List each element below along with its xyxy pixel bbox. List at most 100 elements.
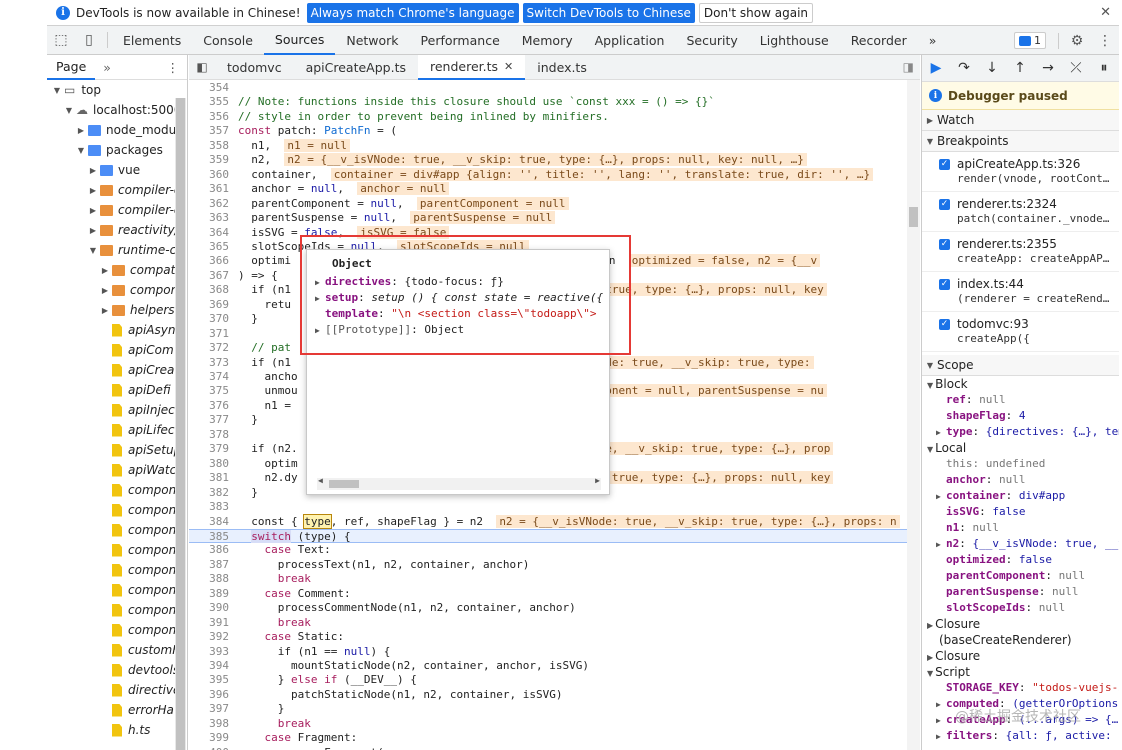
- line-number[interactable]: 373: [189, 356, 229, 370]
- line-number[interactable]: 372: [189, 341, 229, 355]
- popover-property[interactable]: ▶ directives: {todo-focus: ƒ}: [315, 274, 615, 290]
- tab-elements[interactable]: Elements: [112, 26, 192, 55]
- tree-item[interactable]: compon: [47, 480, 187, 500]
- deactivate-breakpoints-icon[interactable]: ⤫: [1062, 60, 1090, 76]
- tab-security[interactable]: Security: [675, 26, 748, 55]
- scope-variable[interactable]: isSVG: false: [922, 504, 1119, 520]
- editor-tab[interactable]: todomvc: [215, 55, 294, 80]
- tab-sources[interactable]: Sources: [263, 26, 336, 55]
- scope-variable[interactable]: ▶ filters: {all: ƒ, active:: [922, 728, 1119, 744]
- toggle-navigator-icon[interactable]: ◧: [189, 53, 215, 81]
- line-number[interactable]: 390: [189, 601, 229, 615]
- code-line[interactable]: 355 // Note: functions inside this closur…: [189, 95, 907, 109]
- tree-item[interactable]: apiInjec: [47, 400, 187, 420]
- line-number[interactable]: 363: [189, 211, 229, 225]
- navigator-more-tabs[interactable]: »: [103, 60, 111, 75]
- line-number[interactable]: 357: [189, 124, 229, 138]
- popover-scroll-thumb[interactable]: [329, 480, 359, 488]
- more-panels-button[interactable]: »: [918, 26, 948, 55]
- issues-badge[interactable]: 1: [1014, 32, 1046, 49]
- line-number[interactable]: 361: [189, 182, 229, 196]
- code-line[interactable]: 357 const patch: PatchFn = (: [189, 124, 907, 138]
- step-over-icon[interactable]: ↷: [950, 60, 978, 76]
- line-number[interactable]: 356: [189, 110, 229, 124]
- line-number[interactable]: 364: [189, 226, 229, 240]
- line-number[interactable]: 366: [189, 254, 229, 268]
- scope-group[interactable]: ▼ Script: [922, 664, 1119, 680]
- scope-variable[interactable]: ▶ type: {directives: {…}, tem: [922, 424, 1119, 440]
- line-number[interactable]: 394: [189, 659, 229, 673]
- object-preview-popover[interactable]: Object ◀ ▶ ▶ directives: {todo-focus: ƒ} ▶…: [306, 249, 610, 495]
- line-number[interactable]: 354: [189, 81, 229, 95]
- breakpoint-checkbox[interactable]: ✓: [939, 319, 950, 330]
- tree-item[interactable]: ▶ compiler-c: [47, 180, 187, 200]
- line-number[interactable]: 375: [189, 384, 229, 398]
- code-line[interactable]: 360 container, container = div#app {alig…: [189, 167, 907, 182]
- breakpoints-section-header[interactable]: ▼ Breakpoints: [922, 131, 1119, 152]
- scope-variable[interactable]: anchor: null: [922, 472, 1119, 488]
- scope-variable[interactable]: ▶ n2: {__v_isVNode: true, __v: [922, 536, 1119, 552]
- line-number[interactable]: 360: [189, 168, 229, 182]
- tree-item[interactable]: ▼ packages: [47, 140, 187, 160]
- code-line[interactable]: 391 break: [189, 616, 907, 630]
- scope-group[interactable]: ▶ Closure: [922, 648, 1119, 664]
- code-line[interactable]: 396 patchStaticNode(n1, n2, container, i…: [189, 688, 907, 702]
- tree-item[interactable]: ▼ ▭ top: [47, 80, 187, 100]
- code-line[interactable]: 397 }: [189, 702, 907, 716]
- line-number[interactable]: 378: [189, 428, 229, 442]
- tab-recorder[interactable]: Recorder: [840, 26, 918, 55]
- scope-variable[interactable]: parentComponent: null: [922, 568, 1119, 584]
- breakpoint-item[interactable]: ✓ apiCreateApp.ts:326 render(vnode, rootCo…: [922, 152, 1119, 192]
- line-number[interactable]: 380: [189, 457, 229, 471]
- line-number[interactable]: 386: [189, 543, 229, 557]
- tree-item[interactable]: ▼ ☁ localhost:5000: [47, 100, 187, 120]
- popover-property[interactable]: ▶ setup: setup () { const state = reactiv…: [315, 290, 615, 306]
- code-line[interactable]: 358 n1, n1 = null: [189, 138, 907, 153]
- tab-memory[interactable]: Memory: [511, 26, 584, 55]
- line-number[interactable]: 400: [189, 746, 229, 750]
- code-line[interactable]: 395 } else if (__DEV__) {: [189, 673, 907, 687]
- code-line[interactable]: 361 anchor = null, anchor = null: [189, 182, 907, 196]
- dont-show-again-button[interactable]: Don't show again: [698, 2, 814, 23]
- tree-item[interactable]: compon: [47, 580, 187, 600]
- code-line[interactable]: 386 case Text:: [189, 543, 907, 557]
- tree-item[interactable]: compon: [47, 500, 187, 520]
- watch-section-header[interactable]: ▶ Watch: [922, 110, 1119, 131]
- tree-item[interactable]: ▶ reactivity/: [47, 220, 187, 240]
- line-number[interactable]: 388: [189, 572, 229, 586]
- navigator-scrollbar[interactable]: [175, 98, 186, 750]
- tree-item[interactable]: apiCrea: [47, 360, 187, 380]
- tree-item[interactable]: apiLifec: [47, 420, 187, 440]
- resume-icon[interactable]: ▶︎: [922, 60, 950, 76]
- line-number[interactable]: 365: [189, 240, 229, 254]
- line-number[interactable]: 371: [189, 327, 229, 341]
- code-line[interactable]: 356 // style in order to prevent being in…: [189, 110, 907, 124]
- tree-item[interactable]: compon: [47, 560, 187, 580]
- tree-item[interactable]: apiCom: [47, 340, 187, 360]
- tree-item[interactable]: ▶ compiler-c: [47, 200, 187, 220]
- toggle-debugger-icon[interactable]: ◨: [903, 60, 914, 74]
- close-infobar-icon[interactable]: ✕: [1100, 5, 1111, 20]
- code-line[interactable]: 392 case Static:: [189, 630, 907, 644]
- line-number[interactable]: 376: [189, 399, 229, 413]
- line-number[interactable]: 391: [189, 616, 229, 630]
- line-number[interactable]: 379: [189, 442, 229, 456]
- line-number[interactable]: 385: [189, 530, 229, 544]
- code-line[interactable]: 362 parentComponent = null, parentCompon…: [189, 196, 907, 211]
- code-line[interactable]: 387 processText(n1, n2, container, ancho…: [189, 558, 907, 572]
- tab-lighthouse[interactable]: Lighthouse: [749, 26, 840, 55]
- code-line[interactable]: 388 break: [189, 572, 907, 586]
- code-line[interactable]: 359 n2, n2 = {__v_isVNode: true, __v_ski…: [189, 153, 907, 167]
- breakpoint-checkbox[interactable]: ✓: [939, 239, 950, 250]
- scope-variable[interactable]: shapeFlag: 4: [922, 408, 1119, 424]
- scope-variable[interactable]: parentSuspense: null: [922, 584, 1119, 600]
- popover-property[interactable]: ▶ [[Prototype]]: Object: [315, 322, 615, 338]
- scope-variable[interactable]: ref: null: [922, 392, 1119, 408]
- line-number[interactable]: 384: [189, 515, 229, 529]
- line-number[interactable]: 359: [189, 153, 229, 167]
- breakpoint-checkbox[interactable]: ✓: [939, 199, 950, 210]
- code-line[interactable]: 383: [189, 500, 907, 514]
- breakpoint-item[interactable]: ✓ renderer.ts:2324 patch(container._vnode…: [922, 192, 1119, 232]
- line-number[interactable]: 397: [189, 702, 229, 716]
- expand-arrow-icon[interactable]: [315, 307, 325, 322]
